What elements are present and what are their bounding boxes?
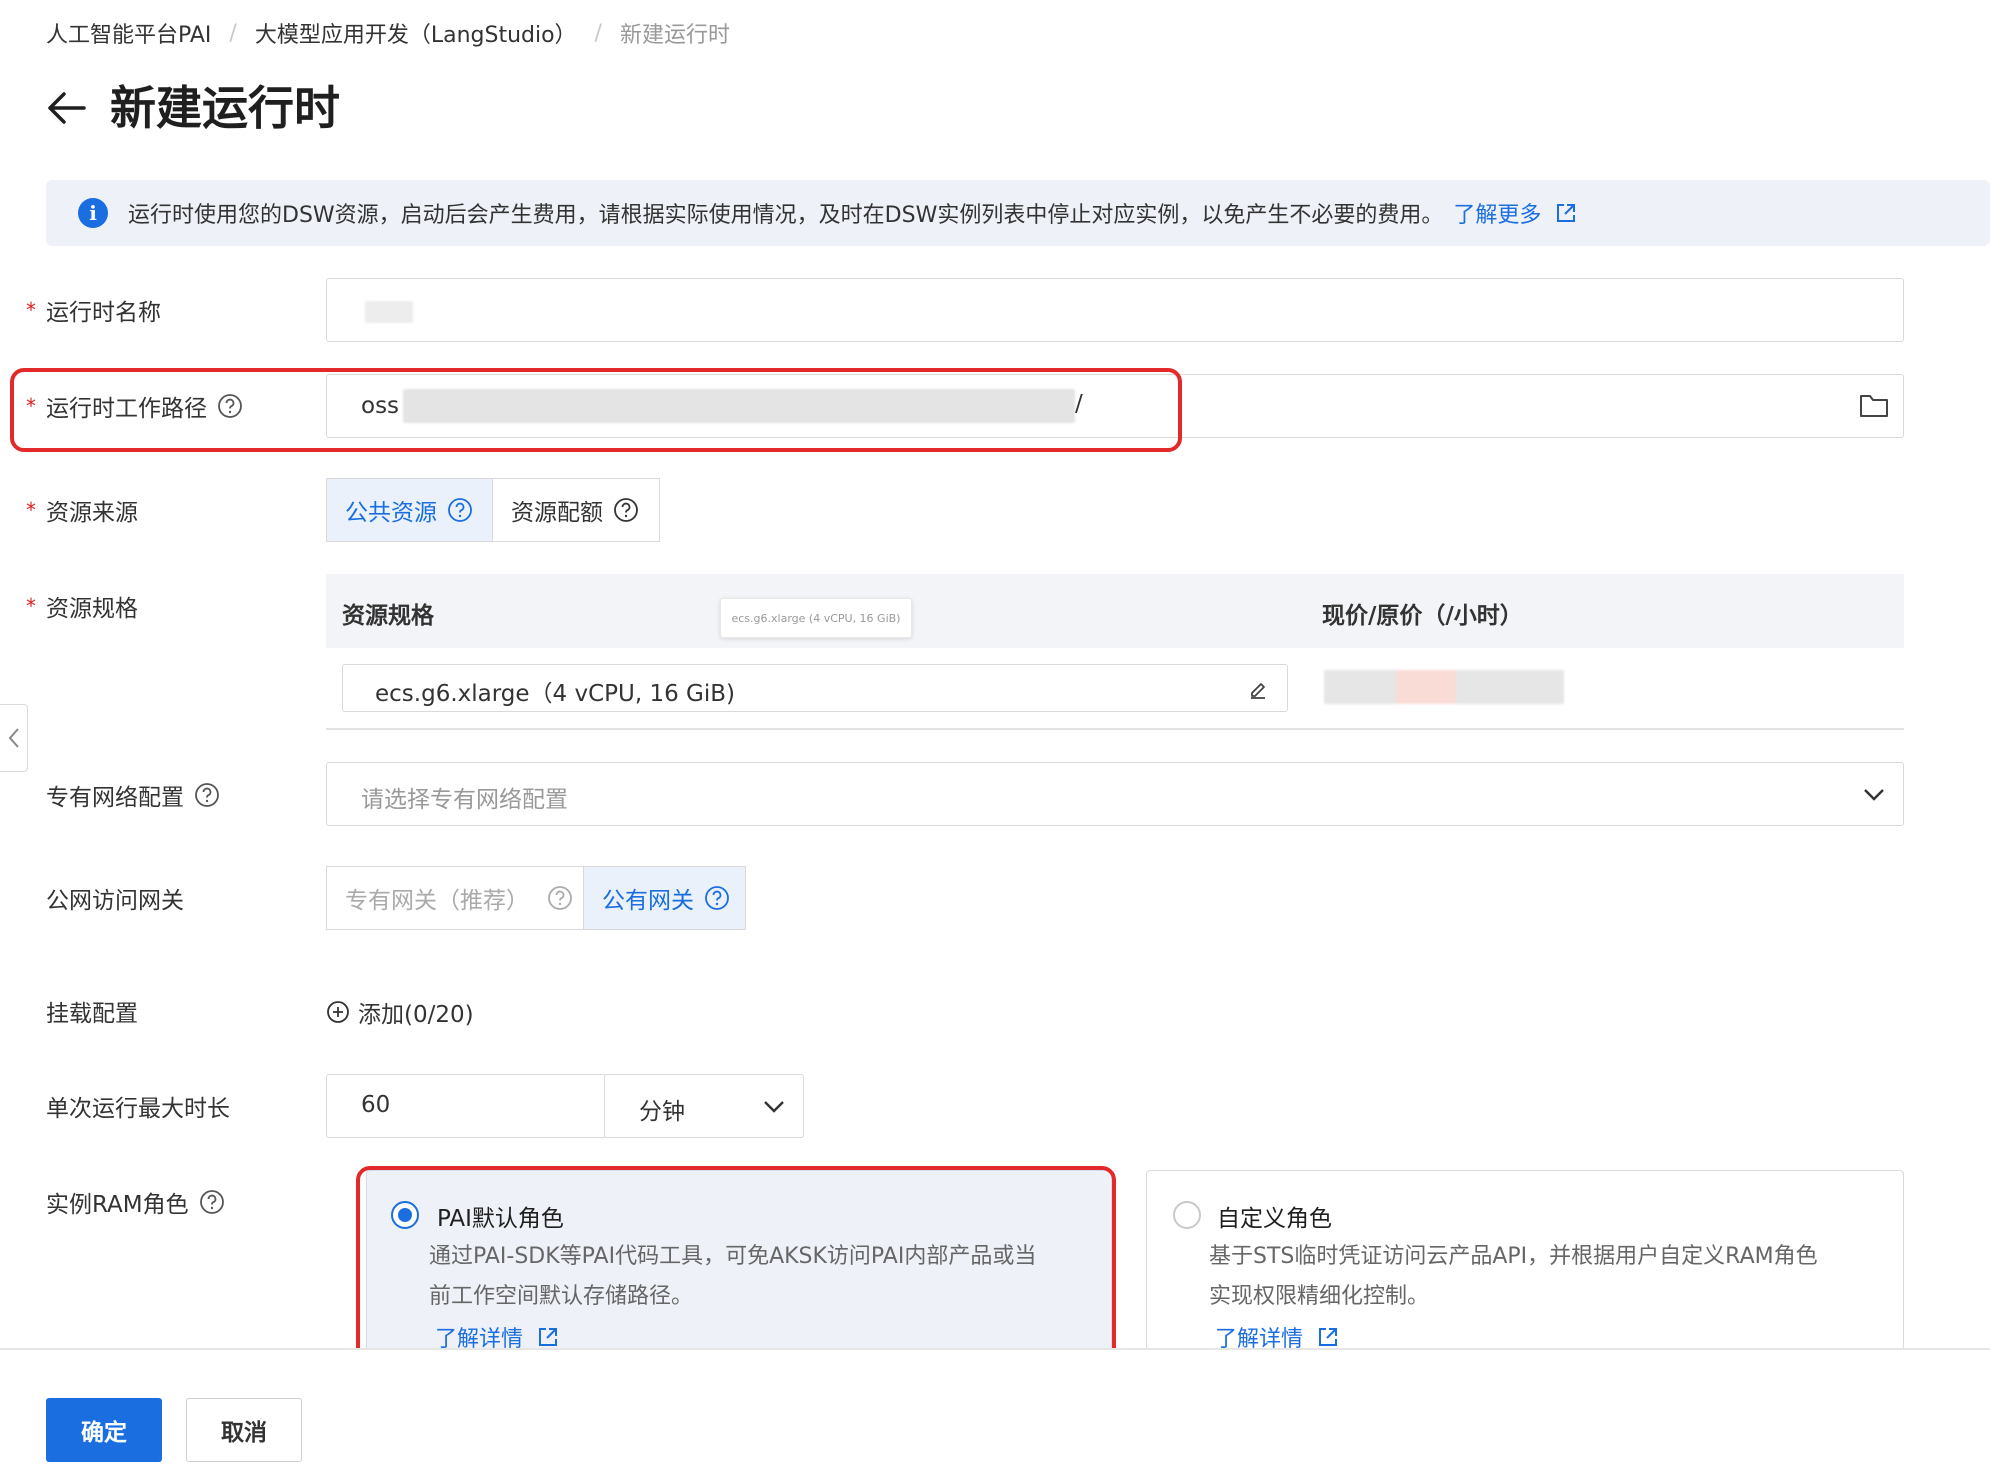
column-header-price: 现价/原价（/小时）: [1322, 603, 1523, 629]
card-desc-line1: 基于STS临时凭证访问云产品API，并根据用户自定义RAM角色: [1209, 1244, 1818, 1269]
breadcrumb-item-pai[interactable]: 人工智能平台PAI: [46, 17, 211, 49]
resource-source-quota[interactable]: 资源配额: [492, 478, 660, 542]
help-icon[interactable]: [547, 885, 573, 911]
duration-unit-value: 分钟: [639, 1099, 685, 1125]
column-header-spec: 资源规格: [342, 603, 434, 629]
footer-divider: [0, 1348, 1990, 1350]
chevron-down-icon: [764, 1101, 784, 1113]
redacted-value: [365, 301, 413, 323]
highlight-box-work-path: [10, 368, 1182, 452]
redacted-price: [1324, 670, 1564, 704]
help-icon[interactable]: [194, 782, 220, 808]
folder-icon[interactable]: [1859, 393, 1889, 419]
vpc-select[interactable]: 请选择专有网络配置: [326, 762, 1904, 826]
required-mark: *: [26, 498, 36, 522]
chevron-left-icon: [8, 728, 19, 748]
duration-unit-select[interactable]: 分钟: [604, 1074, 804, 1138]
gateway-label: 公网访问网关: [46, 888, 184, 914]
back-arrow-icon[interactable]: [44, 86, 88, 130]
required-mark: *: [26, 594, 36, 618]
alert-text: 运行时使用您的DSW资源，启动后会产生费用，请根据实际使用情况，及时在DSW实例…: [128, 203, 1444, 228]
runtime-name-label: * 运行时名称: [26, 298, 161, 326]
mount-label: 挂载配置: [46, 1001, 138, 1027]
resource-source-label: * 资源来源: [26, 498, 138, 526]
learn-more-link[interactable]: 了解更多: [1453, 197, 1541, 229]
help-icon[interactable]: [447, 497, 473, 523]
help-icon[interactable]: [704, 885, 730, 911]
breadcrumb-item-current: 新建运行时: [619, 23, 730, 48]
vpc-label: 专有网络配置: [26, 777, 220, 813]
help-icon[interactable]: [613, 497, 639, 523]
breadcrumb-separator: /: [594, 20, 602, 46]
resource-spec-label: * 资源规格: [26, 594, 138, 622]
ram-role-card-custom[interactable]: 自定义角色 基于STS临时凭证访问云产品API，并根据用户自定义RAM角色 实现…: [1146, 1170, 1904, 1352]
breadcrumb-separator: /: [229, 20, 237, 46]
resource-spec-table-header: 资源规格 现价/原价（/小时）: [326, 574, 1904, 648]
edit-icon[interactable]: [1247, 678, 1269, 700]
external-link-icon[interactable]: [1555, 202, 1577, 224]
card-title: 自定义角色: [1217, 1206, 1332, 1232]
max-duration-input[interactable]: 60: [326, 1074, 606, 1138]
page-title: 新建运行时: [110, 81, 340, 135]
table-divider: [326, 728, 1904, 730]
help-icon[interactable]: [199, 1189, 225, 1215]
max-duration-label: 单次运行最大时长: [46, 1096, 230, 1122]
spec-tooltip: ecs.g6.xlarge (4 vCPU, 16 GiB): [720, 598, 912, 638]
gateway-public[interactable]: 公有网关: [583, 866, 746, 930]
card-desc-line2: 实现权限精细化控制。: [1209, 1284, 1430, 1309]
highlight-box-ram-role: [356, 1166, 1116, 1372]
add-mount-button[interactable]: 添加(0/20): [326, 993, 474, 1031]
resource-spec-value: ecs.g6.xlarge（4 vCPU, 16 GiB): [375, 681, 736, 707]
side-collapse-tab[interactable]: [0, 704, 28, 772]
ram-role-label: 实例RAM角色: [26, 1184, 225, 1220]
vpc-placeholder: 请选择专有网络配置: [361, 787, 568, 813]
resource-source-public[interactable]: 公共资源: [326, 478, 493, 542]
breadcrumb-item-langstudio[interactable]: 大模型应用开发（LangStudio）: [255, 17, 577, 49]
info-alert: i 运行时使用您的DSW资源，启动后会产生费用，请根据实际使用情况，及时在DSW…: [46, 180, 1990, 246]
cancel-button[interactable]: 取消: [186, 1398, 302, 1462]
breadcrumb: 人工智能平台PAI / 大模型应用开发（LangStudio） / 新建运行时: [46, 16, 730, 50]
gateway-private[interactable]: 专有网关（推荐）: [326, 866, 584, 930]
resource-spec-select[interactable]: ecs.g6.xlarge（4 vCPU, 16 GiB): [342, 664, 1288, 712]
confirm-button[interactable]: 确定: [46, 1398, 162, 1462]
external-link-icon: [1319, 1328, 1338, 1346]
info-icon: i: [78, 198, 108, 228]
max-duration-value: 60: [361, 1092, 391, 1118]
chevron-down-icon: [1864, 789, 1884, 801]
radio-unselected[interactable]: [1173, 1201, 1201, 1229]
required-mark: *: [26, 298, 36, 322]
runtime-name-input[interactable]: [326, 278, 1904, 342]
plus-circle-icon: [327, 1001, 349, 1023]
